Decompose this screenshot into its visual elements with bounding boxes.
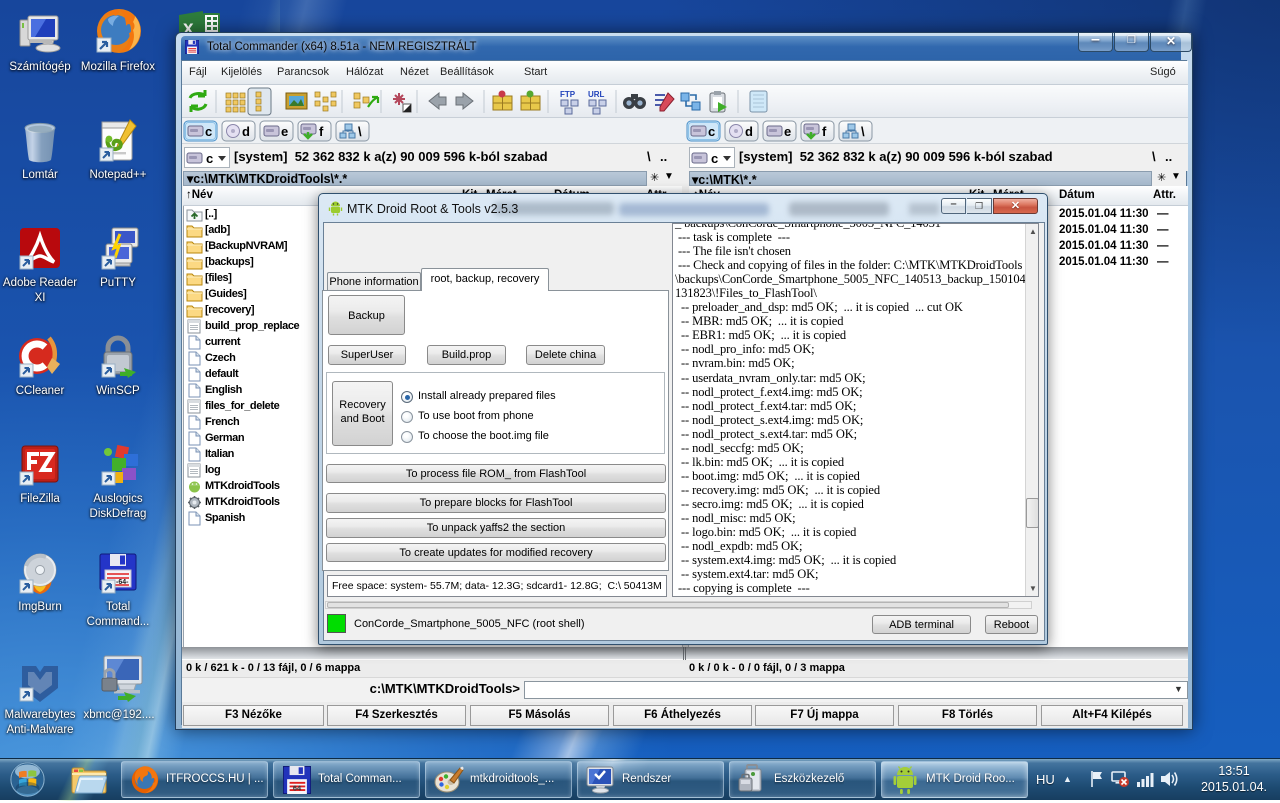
svg-text:c: c [206, 151, 213, 166]
svg-text:e: e [281, 124, 288, 139]
svg-text:f: f [822, 124, 827, 139]
svg-text:e: e [784, 124, 791, 139]
svg-text:d: d [242, 124, 250, 139]
svg-text:d: d [745, 124, 753, 139]
svg-text:FTP: FTP [560, 90, 576, 99]
svg-text:URL: URL [588, 90, 605, 99]
svg-text:c: c [711, 151, 718, 166]
svg-text:\: \ [861, 124, 865, 139]
svg-text:c: c [708, 124, 715, 139]
svg-text:f: f [319, 124, 324, 139]
svg-text:-64-: -64- [116, 579, 129, 586]
svg-text:64: 64 [293, 784, 302, 793]
svg-text:\: \ [358, 124, 362, 139]
svg-text:c: c [205, 124, 212, 139]
